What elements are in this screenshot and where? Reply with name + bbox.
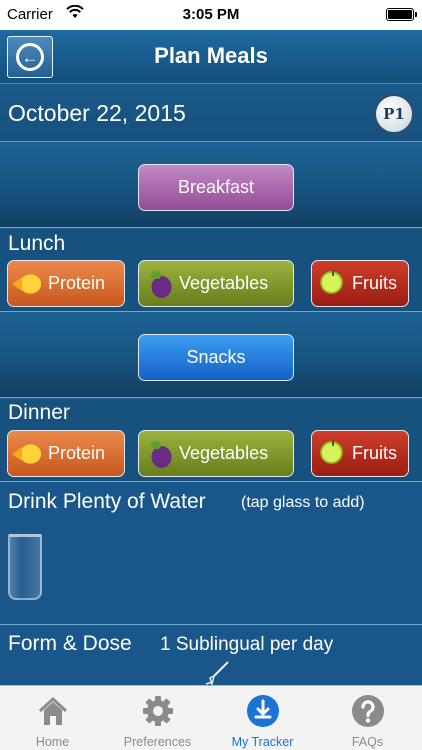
lunch-label: Lunch <box>8 232 66 255</box>
snacks-section: Snacks <box>0 313 422 398</box>
tab-bar: Home Preferences My Tracker FAQs <box>0 685 422 750</box>
dose-value: 1 Sublingual per day <box>160 634 334 655</box>
apple-icon <box>318 268 348 299</box>
water-glass-icon[interactable] <box>8 534 42 600</box>
tab-home[interactable]: Home <box>0 686 105 750</box>
dose-title: Form & Dose <box>8 632 132 655</box>
gear-icon <box>142 696 173 726</box>
dinner-vegetables-label: Vegetables <box>179 443 269 463</box>
question-icon <box>351 695 384 727</box>
dinner-label: Dinner <box>8 401 70 424</box>
lunch-section: Lunch Protein Vegetables Fruits <box>0 229 422 312</box>
lunch-vegetables-button[interactable]: Vegetables <box>138 260 294 307</box>
tab-preferences-label: Preferences <box>123 735 192 749</box>
water-title: Drink Plenty of Water <box>8 490 206 513</box>
snacks-button[interactable]: Snacks <box>138 334 294 381</box>
tracker-icon <box>246 695 279 727</box>
tab-home-label: Home <box>35 735 70 749</box>
status-bar: Carrier 3:05 PM <box>0 0 422 30</box>
dinner-fruits-label: Fruits <box>352 443 397 463</box>
water-section: Drink Plenty of Water (tap glass to add) <box>0 482 422 625</box>
tab-my-tracker-label: My Tracker <box>231 735 294 749</box>
navigation-bar: ← Plan Meals <box>0 30 422 84</box>
dinner-section: Dinner Protein Vegetables Fruits <box>0 399 422 482</box>
battery-icon <box>386 8 417 21</box>
dropper-icon <box>205 661 229 685</box>
dinner-protein-label: Protein <box>48 443 106 463</box>
lunch-fruits-label: Fruits <box>352 273 397 293</box>
dinner-fruits-button[interactable]: Fruits <box>311 430 409 477</box>
tab-faqs[interactable]: FAQs <box>315 686 420 750</box>
apple-icon <box>318 438 348 469</box>
breakfast-section: Breakfast <box>0 143 422 228</box>
dinner-protein-button[interactable]: Protein <box>7 430 125 477</box>
lunch-vegetables-label: Vegetables <box>179 273 269 293</box>
dose-section: Form & Dose 1 Sublingual per day <box>0 626 422 685</box>
tab-preferences[interactable]: Preferences <box>105 686 210 750</box>
p1-badge[interactable]: P1 <box>374 94 414 134</box>
tab-my-tracker[interactable]: My Tracker <box>210 686 315 750</box>
fish-icon <box>12 268 44 299</box>
breakfast-button[interactable]: Breakfast <box>138 164 294 211</box>
lunch-protein-button[interactable]: Protein <box>7 260 125 307</box>
home-icon <box>38 696 67 725</box>
tab-faqs-label: FAQs <box>351 735 384 749</box>
date-row: October 22, 2015 P1 <box>0 84 422 142</box>
page-title: Plan Meals <box>154 43 268 68</box>
eggplant-icon <box>145 268 175 299</box>
eggplant-icon <box>145 438 175 469</box>
fish-icon <box>12 438 44 469</box>
date-label: October 22, 2015 <box>8 100 186 126</box>
dinner-vegetables-button[interactable]: Vegetables <box>138 430 294 477</box>
lunch-protein-label: Protein <box>48 273 106 293</box>
water-hint: (tap glass to add) <box>241 494 365 511</box>
lunch-fruits-button[interactable]: Fruits <box>311 260 409 307</box>
status-time: 3:05 PM <box>182 6 240 23</box>
